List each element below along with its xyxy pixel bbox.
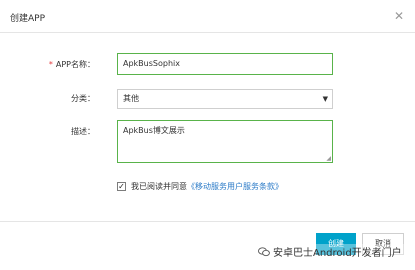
agreement-label: 我已阅读并同意 — [131, 182, 187, 191]
agreement-checkbox[interactable]: ✓ — [117, 182, 126, 191]
footer-divider — [0, 221, 415, 222]
watermark: 安卓巴士Android开发者门户 — [256, 244, 404, 259]
description-textarea[interactable]: ApkBus博文展示 ◢ — [117, 120, 333, 163]
resize-grip-icon[interactable]: ◢ — [326, 156, 331, 162]
dialog-title: 创建APP — [10, 14, 46, 24]
description-value: ApkBus博文展示 — [123, 126, 185, 135]
close-icon[interactable]: ✕ — [391, 8, 407, 24]
app-name-input[interactable]: ApkBusSophix — [117, 53, 333, 75]
category-select[interactable]: 其他 ▼ — [117, 89, 333, 109]
terms-link[interactable]: 《移动服务用户服务条款》 — [187, 182, 283, 191]
dialog-header: 创建APP ✕ — [0, 0, 415, 33]
wechat-icon — [258, 247, 270, 257]
required-mark: * — [48, 60, 53, 69]
watermark-text: 安卓巴士Android开发者门户 — [273, 248, 402, 259]
chevron-down-icon: ▼ — [322, 95, 328, 103]
agreement-text: 我已阅读并同意《移动服务用户服务条款》 — [131, 181, 283, 192]
create-app-dialog: 创建APP ✕ * APP名称： ApkBusSophix 分类： 其他 ▼ 描述… — [0, 0, 415, 270]
description-label: 描述： — [71, 127, 95, 136]
category-selected-value: 其他 — [123, 94, 139, 103]
app-name-label: * APP名称： — [49, 59, 95, 70]
category-label: 分类： — [71, 94, 95, 103]
app-name-label-text: APP名称： — [55, 60, 95, 69]
